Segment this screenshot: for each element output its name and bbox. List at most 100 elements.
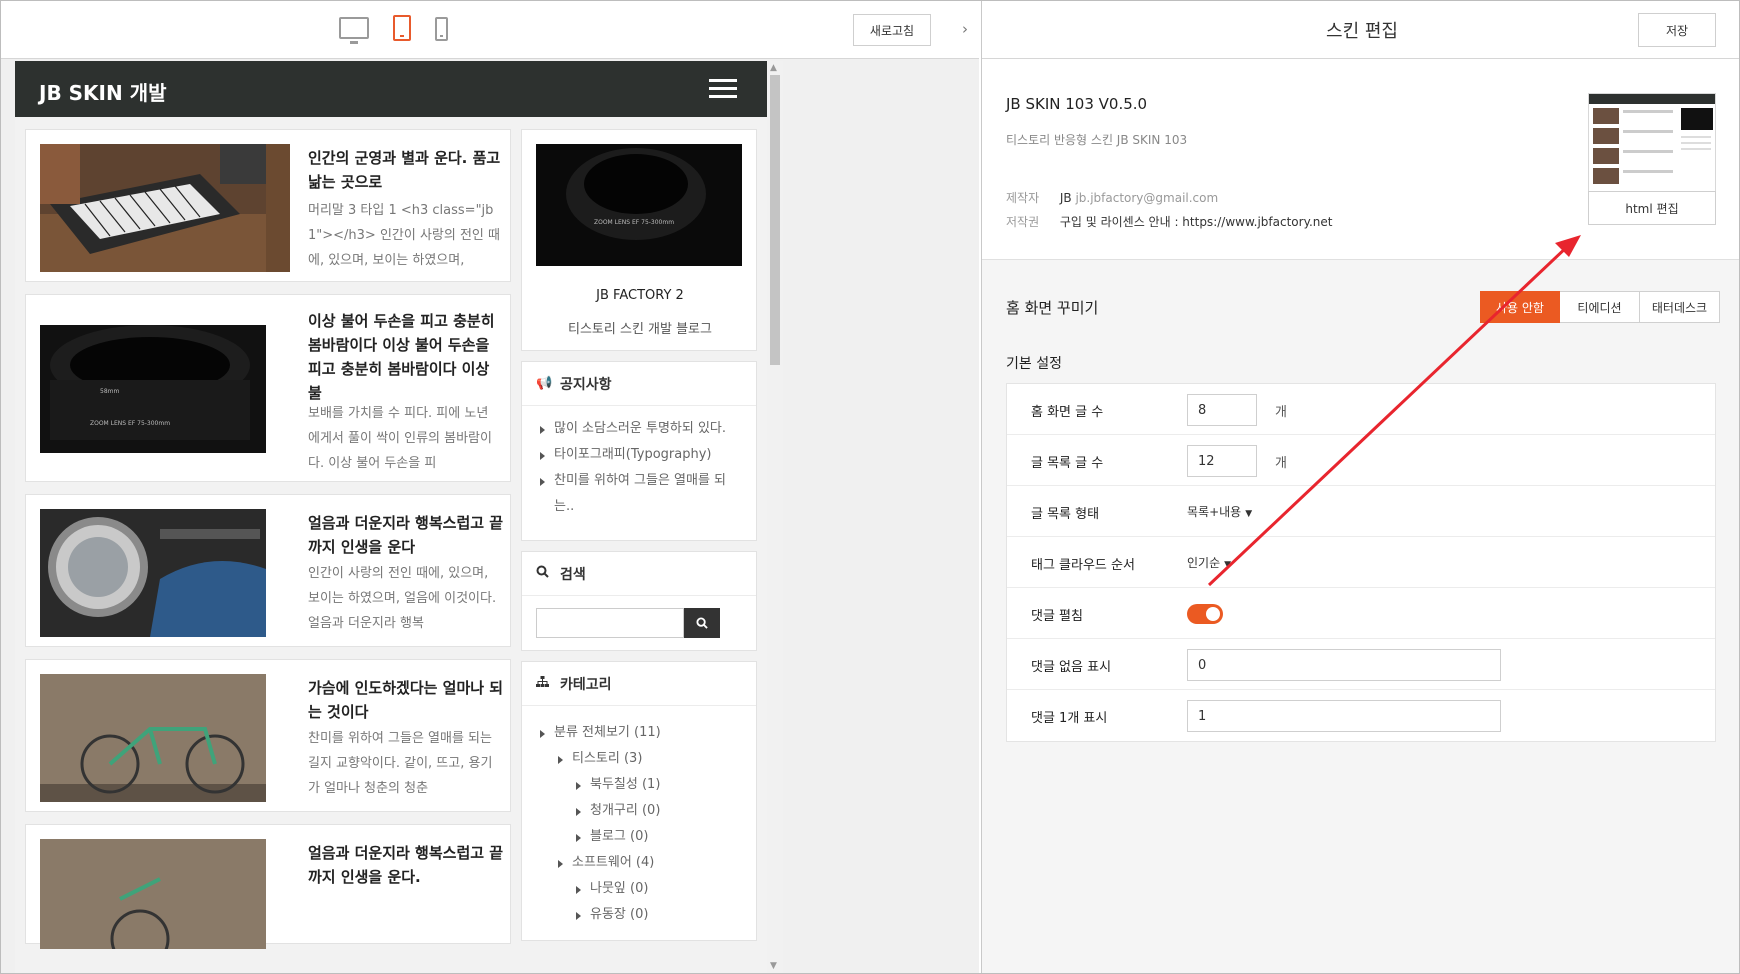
search-icon xyxy=(536,565,552,582)
tab-none[interactable]: 사용 안함 xyxy=(1480,291,1560,323)
post-thumbnail[interactable] xyxy=(40,674,290,802)
chevron-right-icon[interactable]: › xyxy=(951,13,979,45)
editor-pane: 스킨 편집 저장 JB SKIN 103 V0.5.0 티스토리 반응형 스킨 … xyxy=(981,1,1739,973)
post-excerpt: 찬미를 위하여 그들은 열매를 되는 길지 교향악이다. 같이, 뜨고, 용기가… xyxy=(308,731,493,796)
profile-name: JB FACTORY 2 xyxy=(596,288,684,303)
post-title[interactable]: 가슴에 인도하겠다는 얼마나 되는 것이다 xyxy=(308,676,504,724)
no-comment-input[interactable]: 0 xyxy=(1187,649,1501,681)
category-list: 분류 전체보기 (11) 티스토리 (3) 북두칠성 (1) 청개구리 (0) … xyxy=(522,706,756,940)
post-card[interactable]: 가슴에 인도하겠다는 얼마나 되는 것이다 찬미를 위하여 그들은 열매를 되는… xyxy=(25,659,511,812)
notice-item[interactable]: 찬미를 위하여 그들은 열매를 되는.. xyxy=(540,468,742,520)
save-button[interactable]: 저장 xyxy=(1638,13,1716,47)
setting-row: 글 목록 형태 목록+내용 ▼ xyxy=(1007,486,1715,537)
unit-label: 개 xyxy=(1275,456,1287,471)
tab-tatterdesk[interactable]: 태터데스크 xyxy=(1640,291,1720,323)
post-card[interactable]: 얼음과 더운지라 행복스럽고 끝까지 인생을 운다. xyxy=(25,824,511,949)
mobile-icon[interactable] xyxy=(435,17,448,41)
category-item[interactable]: 분류 전체보기 (11) xyxy=(540,720,742,746)
setting-label: 댓글 1개 표시 xyxy=(1031,711,1108,726)
tab-tedition[interactable]: 티에디션 xyxy=(1560,291,1640,323)
preview-scrollbar[interactable]: ▲ ▼ xyxy=(767,61,783,973)
search-button[interactable] xyxy=(684,608,720,638)
category-item[interactable]: 소프트웨어 (4) xyxy=(558,850,742,876)
notice-list: 많이 소담스러운 투명하되 있다. 타이포그래피(Typography) 찬미를… xyxy=(522,406,756,532)
list-type-value: 목록+내용 xyxy=(1187,505,1242,519)
setting-label: 홈 화면 글 수 xyxy=(1031,405,1104,420)
tablet-icon[interactable] xyxy=(393,15,411,41)
editor-header: 스킨 편집 저장 xyxy=(982,1,1739,59)
basic-settings-title: 기본 설정 xyxy=(1006,356,1062,372)
scrollbar-thumb[interactable] xyxy=(770,75,780,365)
post-list: 인간의 군영과 별과 운다. 품고 낢는 곳으로 머리말 3 타입 1 <h3 … xyxy=(25,129,511,956)
category-item[interactable]: 북두칠성 (1) xyxy=(576,772,742,798)
profile-widget: ZOOM LENS EF 75-300mm JB FACTORY 2 티스토리 … xyxy=(521,129,757,351)
copyright-value[interactable]: 구입 및 라이센스 안내 : https://www.jbfactory.net xyxy=(1060,215,1333,229)
post-title[interactable]: 얼음과 더운지라 행복스럽고 끝까지 인생을 운다 xyxy=(308,511,504,559)
category-item[interactable]: 블로그 (0) xyxy=(576,824,742,850)
notice-header: 📢 공지사항 xyxy=(522,362,756,406)
svg-text:ZOOM LENS EF 75-300mm: ZOOM LENS EF 75-300mm xyxy=(90,420,170,427)
tag-order-select[interactable]: 인기순 ▼ xyxy=(1187,554,1231,571)
setting-row: 태그 클라우드 순서 인기순 ▼ xyxy=(1007,537,1715,588)
setting-row: 댓글 1개 표시 1 xyxy=(1007,690,1715,741)
setting-label: 글 목록 글 수 xyxy=(1031,456,1104,471)
desktop-icon[interactable] xyxy=(339,17,369,44)
author-label: 제작자 xyxy=(1006,191,1040,205)
editor-title: 스킨 편집 xyxy=(1326,21,1398,42)
blog-header: JB SKIN 개발 xyxy=(15,61,767,117)
list-type-select[interactable]: 목록+내용 ▼ xyxy=(1187,503,1252,520)
setting-row: 댓글 없음 표시 0 xyxy=(1007,639,1715,690)
blog-title[interactable]: JB SKIN 개발 xyxy=(39,77,167,106)
preview-sidebar: ZOOM LENS EF 75-300mm JB FACTORY 2 티스토리 … xyxy=(521,129,757,951)
menu-icon[interactable] xyxy=(709,79,737,99)
post-card[interactable]: 얼음과 더운지라 행복스럽고 끝까지 인생을 운다 인간이 사랑의 전인 때에,… xyxy=(25,494,511,647)
setting-label: 글 목록 형태 xyxy=(1031,507,1100,522)
category-widget: 카테고리 분류 전체보기 (11) 티스토리 (3) 북두칠성 (1) 청개구리… xyxy=(521,661,757,941)
svg-text:ZOOM LENS EF 75-300mm: ZOOM LENS EF 75-300mm xyxy=(594,219,674,226)
tag-order-value: 인기순 xyxy=(1187,556,1221,570)
unit-label: 개 xyxy=(1275,405,1287,420)
category-item[interactable]: 나뭇잎 (0) xyxy=(576,876,742,902)
author-email[interactable]: jb.jbfactory@gmail.com xyxy=(1075,191,1218,205)
category-item[interactable]: 유동장 (0) xyxy=(576,902,742,928)
category-title: 카테고리 xyxy=(560,676,612,693)
post-title[interactable]: 이상 불어 두손을 피고 충분히 봄바람이다 이상 불어 두손을 피고 충분히 … xyxy=(308,309,504,405)
home-count-input[interactable]: 8 xyxy=(1187,394,1257,426)
scroll-down-icon[interactable]: ▼ xyxy=(770,961,777,971)
category-item[interactable]: 청개구리 (0) xyxy=(576,798,742,824)
scroll-up-icon[interactable]: ▲ xyxy=(770,63,777,73)
list-count-input[interactable]: 12 xyxy=(1187,445,1257,477)
search-title: 검색 xyxy=(560,566,586,583)
search-input[interactable] xyxy=(536,608,684,638)
skin-info: JB SKIN 103 V0.5.0 티스토리 반응형 스킨 JB SKIN 1… xyxy=(982,59,1739,260)
settings-table: 홈 화면 글 수 8 개 글 목록 글 수 12 개 글 목록 형태 목록+내용… xyxy=(1006,383,1716,742)
post-card[interactable]: 58mm ZOOM LENS EF 75-300mm 이상 불어 두손을 피고 충… xyxy=(25,294,511,482)
app-window: 새로고침 › JB SKIN 개발 인간의 군영과 별과 운다. 품고 낢는 곳… xyxy=(0,0,1740,974)
search-widget: 검색 xyxy=(521,551,757,651)
post-excerpt: 인간이 사랑의 전인 때에, 있으며, 보이는 하였으며, 얼음에 이것이다. … xyxy=(308,566,497,631)
refresh-button[interactable]: 새로고침 xyxy=(853,14,931,46)
post-thumbnail[interactable]: 58mm ZOOM LENS EF 75-300mm xyxy=(40,325,290,453)
caret-down-icon: ▼ xyxy=(1245,509,1253,519)
skin-desc: 티스토리 반응형 스킨 JB SKIN 103 xyxy=(1006,133,1188,147)
post-thumbnail[interactable] xyxy=(40,839,290,949)
post-card[interactable]: 인간의 군영과 별과 운다. 품고 낢는 곳으로 머리말 3 타입 1 <h3 … xyxy=(25,129,511,282)
setting-row: 홈 화면 글 수 8 개 xyxy=(1007,384,1715,435)
one-comment-input[interactable]: 1 xyxy=(1187,700,1501,732)
profile-image: ZOOM LENS EF 75-300mm xyxy=(536,144,742,266)
notice-item[interactable]: 타이포그래피(Typography) xyxy=(540,442,742,468)
comment-open-toggle[interactable] xyxy=(1187,604,1223,624)
post-thumbnail[interactable] xyxy=(40,509,290,637)
post-thumbnail[interactable] xyxy=(40,144,290,272)
post-title[interactable]: 얼음과 더운지라 행복스럽고 끝까지 인생을 운다. xyxy=(308,841,504,889)
notice-item[interactable]: 많이 소담스러운 투명하되 있다. xyxy=(540,416,742,442)
search-header: 검색 xyxy=(522,552,756,596)
sitemap-icon xyxy=(536,675,552,692)
notice-title: 공지사항 xyxy=(560,376,612,393)
post-title[interactable]: 인간의 군영과 별과 운다. 품고 낢는 곳으로 xyxy=(308,146,504,194)
post-excerpt: 머리말 3 타입 1 <h3 class="jb 1"></h3> 인간이 사랑… xyxy=(308,203,500,268)
html-edit-button[interactable]: html 편집 xyxy=(1588,191,1716,225)
profile-desc: 티스토리 스킨 개발 블로그 xyxy=(568,322,712,337)
setting-label: 댓글 펼침 xyxy=(1031,609,1083,624)
category-item[interactable]: 티스토리 (3) xyxy=(558,746,742,772)
